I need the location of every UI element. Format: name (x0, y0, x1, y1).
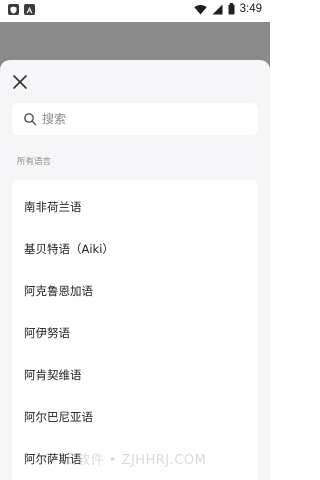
status-bar-system: 3:49 (193, 3, 262, 15)
wifi-icon (193, 4, 207, 14)
shield-notification-icon (8, 4, 19, 15)
signal-icon (212, 4, 223, 14)
status-bar-notifications (8, 4, 35, 15)
battery-icon (228, 3, 235, 15)
watermark: …软件 • ZJHHRJ.COM (63, 453, 207, 468)
close-button[interactable] (10, 72, 30, 92)
language-item[interactable]: 基贝特语（Aiki） (24, 234, 244, 264)
language-item[interactable]: 阿伊努语 (24, 318, 244, 348)
search-icon (24, 113, 37, 126)
section-label-all-languages: 所有语言 (17, 157, 52, 167)
language-item[interactable]: 南非荷兰语 (24, 192, 244, 222)
language-list: 南非荷兰语 基贝特语（Aiki） 阿克鲁恩加语 阿伊努语 阿肯契维语 阿尔巴尼亚… (12, 180, 258, 480)
language-picker-sheet: 所有语言 南非荷兰语 基贝特语（Aiki） 阿克鲁恩加语 阿伊努语 阿肯契维语 … (0, 60, 270, 480)
text-a-notification-icon (24, 4, 35, 15)
status-bar: 3:49 (0, 0, 270, 22)
language-item[interactable]: 阿肯契维语 (24, 360, 244, 390)
close-icon (13, 75, 27, 89)
search-input[interactable] (42, 103, 248, 135)
search-box[interactable] (12, 103, 258, 135)
language-item[interactable]: 阿克鲁恩加语 (24, 276, 244, 306)
language-item[interactable]: 阿尔巴尼亚语 (24, 402, 244, 432)
status-bar-time: 3:49 (239, 3, 262, 15)
